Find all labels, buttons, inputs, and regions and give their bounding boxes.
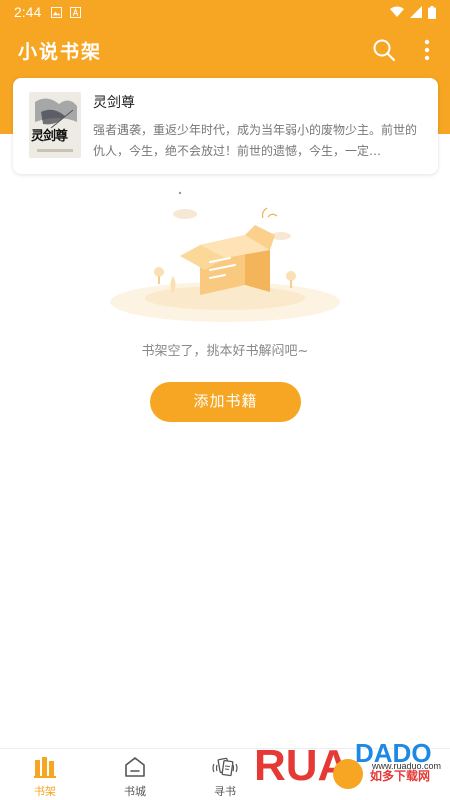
more-button[interactable]	[414, 37, 440, 63]
nav-label-bookshelf: 书架	[34, 785, 56, 798]
wifi-icon	[390, 6, 404, 17]
font-icon	[70, 6, 82, 18]
cover-title: 灵剑尊	[31, 129, 68, 144]
empty-box-illustration	[110, 191, 340, 322]
battery-icon	[428, 5, 436, 19]
nav-label-store: 书城	[124, 785, 146, 798]
book-card[interactable]: 灵剑尊 灵剑尊 强者遇袭，重返少年时代，成为当年弱小的废物少主。前世的仇人，今生…	[13, 78, 438, 174]
status-bar: 2:44	[0, 0, 450, 24]
signal-icon	[410, 6, 422, 18]
nav-item-bookshelf[interactable]: 书架	[0, 749, 90, 800]
find-book-icon	[212, 757, 238, 777]
status-time: 2:44	[14, 4, 42, 20]
book-cover: 灵剑尊	[29, 92, 81, 158]
search-icon	[373, 39, 396, 62]
bookshelf-icon	[34, 757, 56, 778]
book-description: 强者遇袭，重返少年时代，成为当年弱小的废物少主。前世的仇人，今生，绝不会放过！前…	[93, 123, 418, 158]
search-button[interactable]	[371, 37, 397, 63]
book-title: 灵剑尊	[93, 95, 135, 111]
more-vert-icon	[424, 39, 430, 61]
watermark-url: www.ruaduo.com	[372, 761, 442, 771]
nav-item-store[interactable]: 书城	[90, 749, 180, 800]
page-title: 小说书架	[18, 41, 103, 63]
store-icon	[125, 757, 145, 777]
svg-text:RUA: RUA	[254, 741, 349, 790]
empty-message: 书架空了，挑本好书解闷吧~	[141, 344, 309, 359]
image-icon	[51, 6, 63, 18]
add-book-button[interactable]: 添加书籍	[150, 382, 301, 422]
